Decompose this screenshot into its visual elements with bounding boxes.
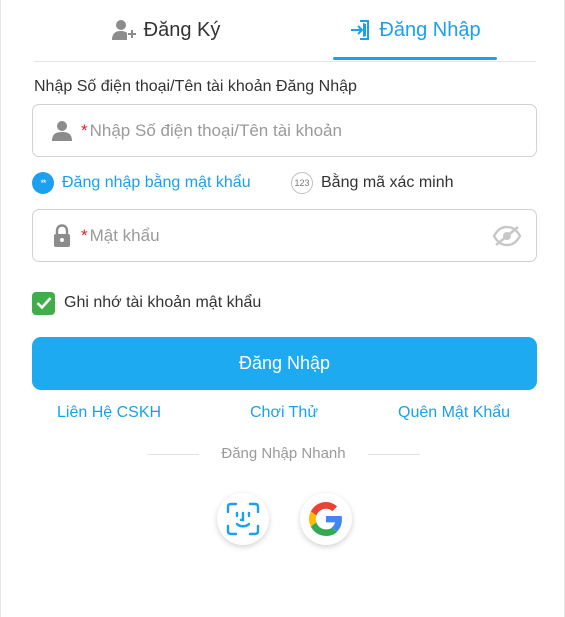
account-field[interactable]: * — [32, 104, 537, 157]
password-field[interactable]: * — [32, 209, 537, 262]
mode-code-option[interactable]: 123 Bằng mã xác minh — [291, 170, 454, 196]
mode-code-label: Bằng mã xác minh — [321, 174, 454, 191]
login-button[interactable]: Đăng Nhập — [32, 337, 537, 390]
required-mark: * — [81, 120, 88, 140]
lock-icon — [49, 223, 75, 248]
remember-account-toggle[interactable]: Ghi nhớ tài khoản mật khẩu — [32, 291, 261, 315]
code-mode-icon: 123 — [291, 172, 313, 194]
google-login-button[interactable] — [300, 493, 352, 545]
tab-login[interactable]: Đăng Nhập — [333, 0, 497, 60]
tab-register-label: Đăng Ký — [143, 18, 221, 41]
section-label: Nhập Số điện thoại/Tên tài khoản Đăng Nh… — [34, 78, 357, 95]
quick-login-label: Đăng Nhập Nhanh — [221, 445, 346, 462]
remember-checkbox[interactable] — [32, 291, 55, 315]
add-user-icon — [111, 19, 136, 41]
required-mark: * — [81, 225, 88, 245]
tabs-divider — [34, 61, 536, 62]
user-icon — [49, 120, 75, 142]
mode-password-label: Đăng nhập bằng mật khẩu — [62, 174, 251, 191]
forgot-password-link[interactable]: Quên Mật Khẩu — [398, 404, 510, 422]
support-link[interactable]: Liên Hệ CSKH — [57, 404, 161, 422]
login-mode-selector: ** Đăng nhập bằng mật khẩu 123 Bằng mã x… — [32, 170, 537, 196]
google-icon — [309, 502, 342, 536]
mode-password-option[interactable]: ** Đăng nhập bằng mật khẩu — [32, 170, 251, 196]
divider-line — [368, 454, 420, 455]
active-tab-indicator — [333, 57, 497, 60]
checkmark-icon — [36, 297, 51, 310]
face-id-login-button[interactable] — [217, 493, 269, 545]
face-id-icon — [226, 502, 260, 536]
tab-login-label: Đăng Nhập — [379, 18, 481, 41]
trial-link[interactable]: Chơi Thử — [250, 404, 318, 422]
password-input[interactable] — [89, 225, 492, 246]
login-door-icon — [349, 19, 371, 41]
footer-links: Liên Hệ CSKH Chơi Thử Quên Mật Khẩu — [1, 404, 565, 428]
auth-tabs: Đăng Ký Đăng Nhập — [1, 0, 565, 62]
eye-hidden-icon[interactable] — [492, 225, 522, 247]
remember-label: Ghi nhớ tài khoản mật khẩu — [64, 294, 262, 311]
account-input[interactable] — [89, 120, 536, 141]
quick-login-divider: Đăng Nhập Nhanh — [1, 444, 565, 466]
tab-register[interactable]: Đăng Ký — [61, 0, 271, 60]
login-panel: Đăng Ký Đăng Nhập Nhập Số điện thoại/Tên… — [0, 0, 565, 617]
password-mode-icon: ** — [32, 172, 54, 194]
